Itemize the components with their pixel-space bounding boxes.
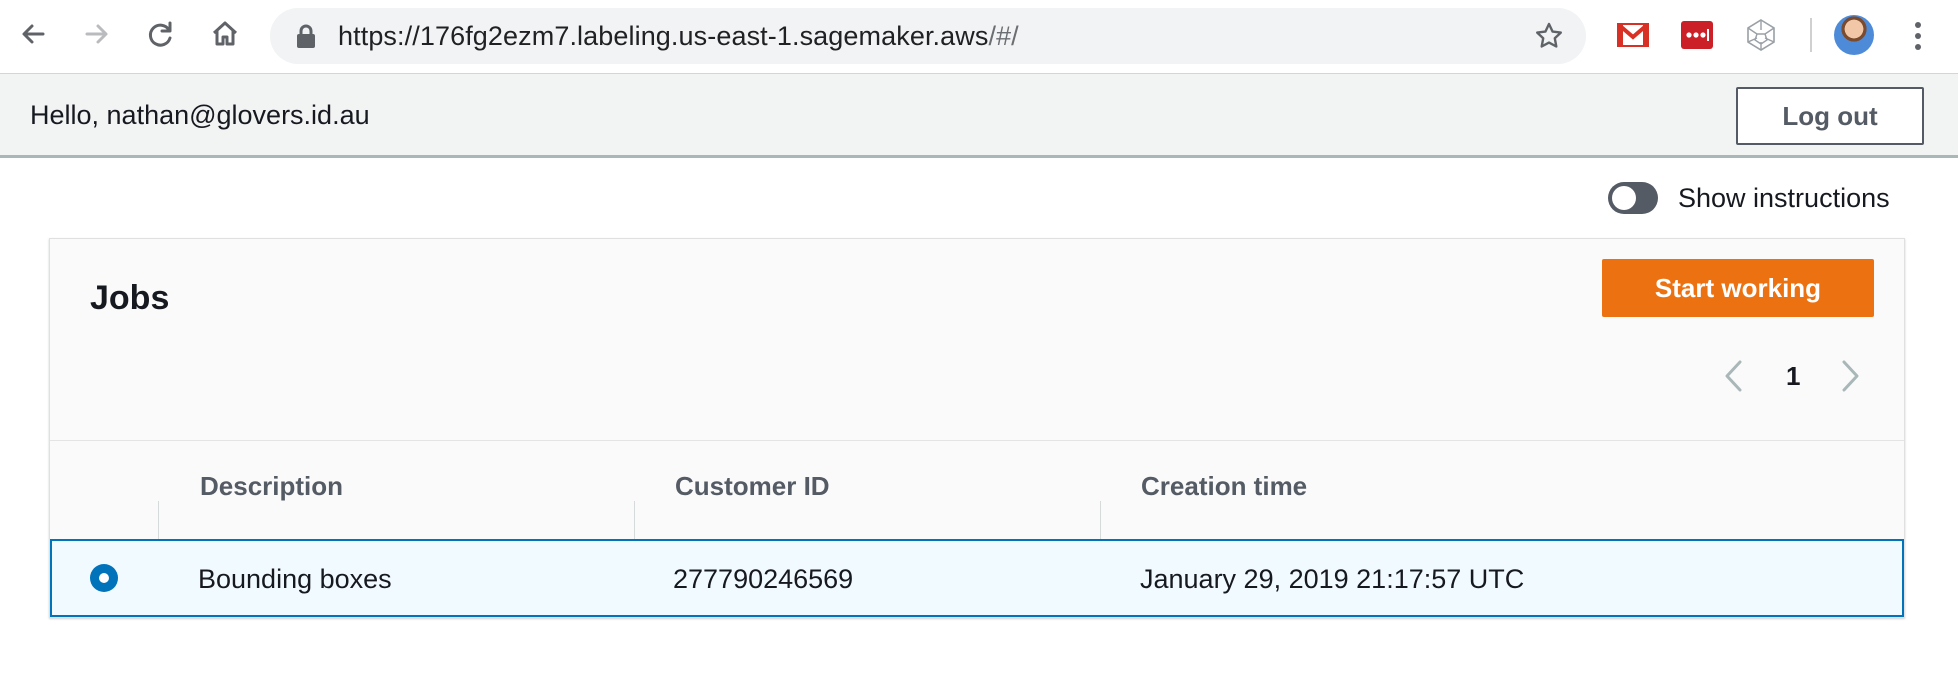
pagination: 1 (1716, 355, 1886, 395)
table-row[interactable]: Bounding boxes 277790246569 January 29, … (50, 539, 1904, 617)
address-bar[interactable]: https://176fg2ezm7.labeling.us-east-1.sa… (270, 8, 1586, 64)
lock-icon (297, 24, 315, 48)
bookmark-star-icon[interactable] (1534, 21, 1564, 51)
logout-button[interactable]: Log out (1736, 87, 1924, 145)
jobs-panel: Jobs Start working 1 Description Custome… (49, 238, 1905, 618)
cell-customer-id: 277790246569 (673, 564, 854, 594)
extension-polygon-icon[interactable] (1744, 18, 1778, 52)
url-text[interactable]: https://176fg2ezm7.labeling.us-east-1.sa… (338, 22, 1019, 50)
jobs-title: Jobs (90, 279, 170, 317)
home-icon[interactable] (208, 17, 242, 51)
row-select-radio[interactable] (90, 564, 118, 592)
cell-description: Bounding boxes (198, 564, 392, 594)
toolbar-separator (1810, 18, 1812, 52)
chevron-right-icon[interactable] (1840, 359, 1862, 393)
toggle-switch[interactable] (1608, 182, 1658, 214)
user-greeting: Hello, nathan@glovers.id.au (30, 100, 370, 130)
column-header-creation-time[interactable]: Creation time (1141, 471, 1307, 502)
toggle-label: Show instructions (1678, 182, 1890, 213)
back-arrow-icon[interactable] (16, 17, 50, 51)
app-header: Hello, nathan@glovers.id.au Log out (0, 74, 1958, 158)
show-instructions-toggle[interactable]: Show instructions (1608, 180, 1890, 216)
jobs-panel-header: Jobs Start working 1 (50, 239, 1904, 441)
toggle-knob (1612, 186, 1636, 210)
gmail-icon[interactable] (1616, 18, 1650, 52)
profile-avatar[interactable] (1834, 15, 1874, 55)
column-header-customer-id[interactable]: Customer ID (675, 471, 830, 502)
lastpass-icon[interactable] (1680, 18, 1714, 52)
menu-kebab-icon[interactable] (1906, 18, 1930, 54)
url-hash: /#/ (988, 21, 1019, 51)
cell-creation-time: January 29, 2019 21:17:57 UTC (1140, 564, 1525, 594)
column-header-description[interactable]: Description (200, 471, 343, 502)
url-main: https://176fg2ezm7.labeling.us-east-1.sa… (338, 21, 989, 51)
page-number[interactable]: 1 (1786, 361, 1800, 392)
browser-toolbar: https://176fg2ezm7.labeling.us-east-1.sa… (0, 0, 1958, 74)
reload-icon[interactable] (144, 17, 178, 51)
chevron-left-icon[interactable] (1722, 359, 1744, 393)
start-working-button[interactable]: Start working (1602, 259, 1874, 317)
forward-arrow-icon[interactable] (80, 17, 114, 51)
